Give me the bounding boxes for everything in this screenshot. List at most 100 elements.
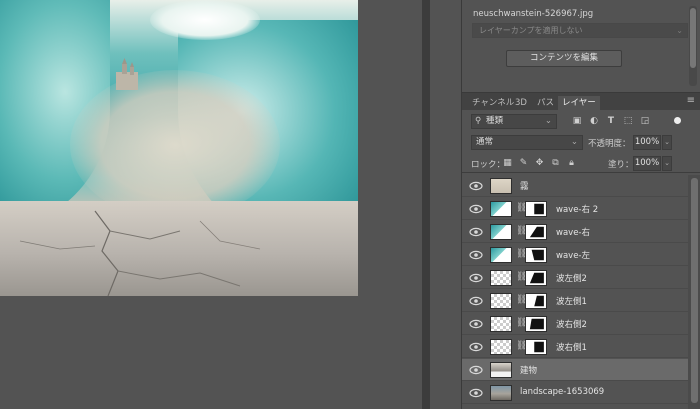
layer-name: wave-右 2 [556,205,599,215]
visibility-eye-icon[interactable] [469,365,483,375]
tab-3d[interactable]: 3D [511,96,531,110]
smart-object-filter-icon[interactable]: ◲ [639,115,651,127]
layer-comp-placeholder: レイヤーカンプを適用しない [479,26,583,35]
layer-list: 霧 ⛓ wave-右 2 ⛓ wave-右 ⛓ wave-左 ⛓ 波左側2 ⛓ 波左側1 ⛓ 波右側2 ⛓… [462,175,688,409]
opacity-dropdown-icon[interactable]: ⌄ [662,135,672,150]
fill-dropdown-icon[interactable]: ⌄ [662,156,672,171]
wave-foam [150,0,260,40]
adjustment-filter-icon[interactable]: ◐ [588,115,600,127]
search-icon: ⚲ [475,116,482,126]
layer-name: landscape-1653069 [520,387,605,397]
layer-row[interactable]: ⛓ 波右側2 [462,313,688,335]
layer-name: wave-右 [556,228,590,238]
layer-thumbnail[interactable] [490,178,512,194]
layer-name: 霧 [520,182,529,192]
visibility-eye-icon[interactable] [469,250,483,260]
layer-thumbnail[interactable] [490,270,512,286]
smart-object-filename: neuschwanstein-526967.jpg [473,9,594,19]
castle-silhouette [116,58,138,90]
lock-artboard-icon[interactable]: ⧉ [550,158,561,169]
layer-row[interactable]: ⛓ wave-右 [462,221,688,243]
chevron-down-icon: ⌄ [570,137,578,147]
properties-scrollbar[interactable] [689,6,697,86]
layer-row[interactable]: 建物 [462,359,688,381]
layer-mask-thumbnail[interactable] [525,293,547,309]
document-canvas[interactable] [0,0,358,296]
layer-name: 建物 [520,366,538,376]
layer-row[interactable]: ⛓ 波左側1 [462,290,688,312]
fill-input[interactable]: 100% [633,156,661,171]
layer-mask-thumbnail[interactable] [525,224,547,240]
layer-row[interactable]: ⛓ wave-左 [462,244,688,266]
layers-scrollbar[interactable] [688,175,700,409]
opacity-input[interactable]: 100% [633,135,661,150]
panel-gutter [430,0,460,409]
layer-row[interactable]: 霧 [462,175,688,197]
lock-paint-icon[interactable]: ✎ [518,158,529,169]
scrollbar-thumb[interactable] [690,8,696,68]
visibility-eye-icon[interactable] [469,273,483,283]
layer-name: 波左側2 [556,274,587,284]
lock-label: ロック： [471,160,506,170]
layer-name: 波左側1 [556,297,587,307]
visibility-eye-icon[interactable] [469,227,483,237]
layer-thumbnail[interactable] [490,224,512,240]
blend-mode-select[interactable]: 通常 ⌄ [471,135,583,150]
layer-mask-thumbnail[interactable] [525,247,547,263]
chevron-down-icon: ⌄ [676,26,683,35]
panel-menu-icon[interactable]: ≡ [687,95,695,106]
layer-name: 波右側1 [556,343,587,353]
visibility-eye-icon[interactable] [469,204,483,214]
fill-label: 塗り： [608,160,634,170]
layer-thumbnail[interactable] [490,362,512,378]
blend-row: 通常 ⌄ 不透明度： 100% ⌄ [462,134,700,152]
layer-filter-row: ⚲ 種類 ⌄ ▣ ◐ T ⬚ ◲ [462,111,700,131]
layer-name: wave-左 [556,251,590,261]
chevron-down-icon: ⌄ [544,116,552,126]
tab-paths[interactable]: パス [533,96,558,110]
lock-all-icon[interactable]: 🔒︎ [566,158,577,169]
ground-cracks [19,210,261,296]
tab-layers[interactable]: レイヤー [558,96,600,110]
canvas-frame-edge [422,0,430,409]
layer-row[interactable]: ⛓ wave-右 2 [462,198,688,220]
visibility-eye-icon[interactable] [469,388,483,398]
panel-tab-bar: チャンネル 3D パス レイヤー ≡ [462,93,700,110]
layer-row[interactable]: ⛓ 波右側1 [462,336,688,358]
lock-transparent-icon[interactable]: ▦ [502,158,513,169]
lock-row: ロック： ▦ ✎ ✥ ⧉ 🔒︎ 塗り： 100% ⌄ [462,155,700,173]
layer-name: 波右側2 [556,320,587,330]
layer-thumbnail[interactable] [490,316,512,332]
canvas-area[interactable] [0,0,422,409]
layer-thumbnail[interactable] [490,385,512,401]
layer-mask-thumbnail[interactable] [525,339,547,355]
opacity-label: 不透明度： [588,139,631,149]
layer-comp-select[interactable]: レイヤーカンプを適用しない ⌄ [472,23,688,38]
layer-thumbnail[interactable] [490,293,512,309]
visibility-eye-icon[interactable] [469,181,483,191]
filter-toggle-icon[interactable] [674,117,681,124]
properties-panel: neuschwanstein-526967.jpg レイヤーカンプを適用しない … [461,0,700,92]
visibility-eye-icon[interactable] [469,342,483,352]
layer-row[interactable]: landscape-1653069 [462,382,688,404]
layer-thumbnail[interactable] [490,339,512,355]
filter-kind-select[interactable]: ⚲ 種類 ⌄ [471,114,557,129]
type-filter-icon[interactable]: T [605,115,617,127]
mist-cloud [70,70,280,220]
layer-thumbnail[interactable] [490,201,512,217]
blend-mode-label: 通常 [476,137,494,147]
layer-thumbnail[interactable] [490,247,512,263]
shape-filter-icon[interactable]: ⬚ [622,115,634,127]
layer-mask-thumbnail[interactable] [525,270,547,286]
visibility-eye-icon[interactable] [469,319,483,329]
pixel-filter-icon[interactable]: ▣ [571,115,583,127]
layer-row[interactable]: ⛓ 波左側2 [462,267,688,289]
layers-panel: チャンネル 3D パス レイヤー ≡ ⚲ 種類 ⌄ ▣ ◐ T ⬚ ◲ 通常 ⌄… [461,92,700,409]
visibility-eye-icon[interactable] [469,296,483,306]
layer-mask-thumbnail[interactable] [525,316,547,332]
scrollbar-thumb[interactable] [691,178,698,403]
lock-position-icon[interactable]: ✥ [534,158,545,169]
filter-kind-label: 種類 [486,116,504,126]
edit-contents-button[interactable]: コンテンツを編集 [506,50,622,67]
layer-mask-thumbnail[interactable] [525,201,547,217]
